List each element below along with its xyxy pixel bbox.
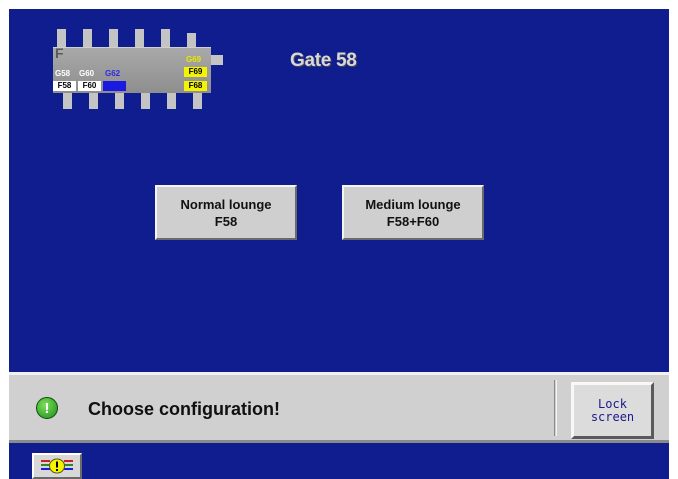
exclamation-icon: ! xyxy=(36,397,58,419)
status-bar: ! Choose configuration! Lock screen xyxy=(9,372,669,443)
gate-map: F G58 G60 G62 G69 F58 F60 F62 F69 F68 xyxy=(47,29,225,115)
map-pin xyxy=(135,29,144,49)
normal-lounge-button[interactable]: Normal lounge F58 xyxy=(155,185,297,240)
button-label: Normal lounge xyxy=(180,196,272,212)
terminal-letter: F xyxy=(55,45,64,61)
map-pin xyxy=(89,91,98,109)
button-sublabel: F58 xyxy=(214,213,238,229)
map-pin xyxy=(141,91,150,109)
button-sublabel: F58+F60 xyxy=(386,213,440,229)
map-pin xyxy=(83,29,92,49)
stand-label: F58 xyxy=(53,81,76,91)
button-sublabel: screen xyxy=(590,409,635,424)
gate-label: G62 xyxy=(105,69,121,78)
main-screen: F G58 G60 G62 G69 F58 F60 F62 F69 F68 Ga… xyxy=(9,9,669,479)
map-pin xyxy=(167,91,176,109)
divider xyxy=(554,380,557,436)
gate-label: G69 xyxy=(186,55,202,64)
medium-lounge-button[interactable]: Medium lounge F58+F60 xyxy=(342,185,484,240)
status-message: Choose configuration! xyxy=(88,399,280,419)
alarm-button[interactable] xyxy=(32,453,82,479)
page-title: Gate 58 xyxy=(290,50,357,71)
map-pin xyxy=(63,91,72,109)
stand-label: F60 xyxy=(78,81,101,91)
lock-screen-button[interactable]: Lock screen xyxy=(571,382,654,439)
gate-label: G60 xyxy=(79,69,95,78)
alarm-status-icon xyxy=(41,458,73,474)
button-label: Lock xyxy=(598,396,627,411)
stand-label: F68 xyxy=(184,81,207,91)
stand-label: F62 xyxy=(103,81,126,91)
map-pin xyxy=(193,91,202,109)
gate-label: G58 xyxy=(55,69,71,78)
button-label: Medium lounge xyxy=(365,196,461,212)
map-pin xyxy=(161,29,170,49)
map-pin xyxy=(109,29,118,49)
terminal-stub xyxy=(211,55,223,65)
stand-label: F69 xyxy=(184,67,207,77)
map-pin xyxy=(115,91,124,109)
